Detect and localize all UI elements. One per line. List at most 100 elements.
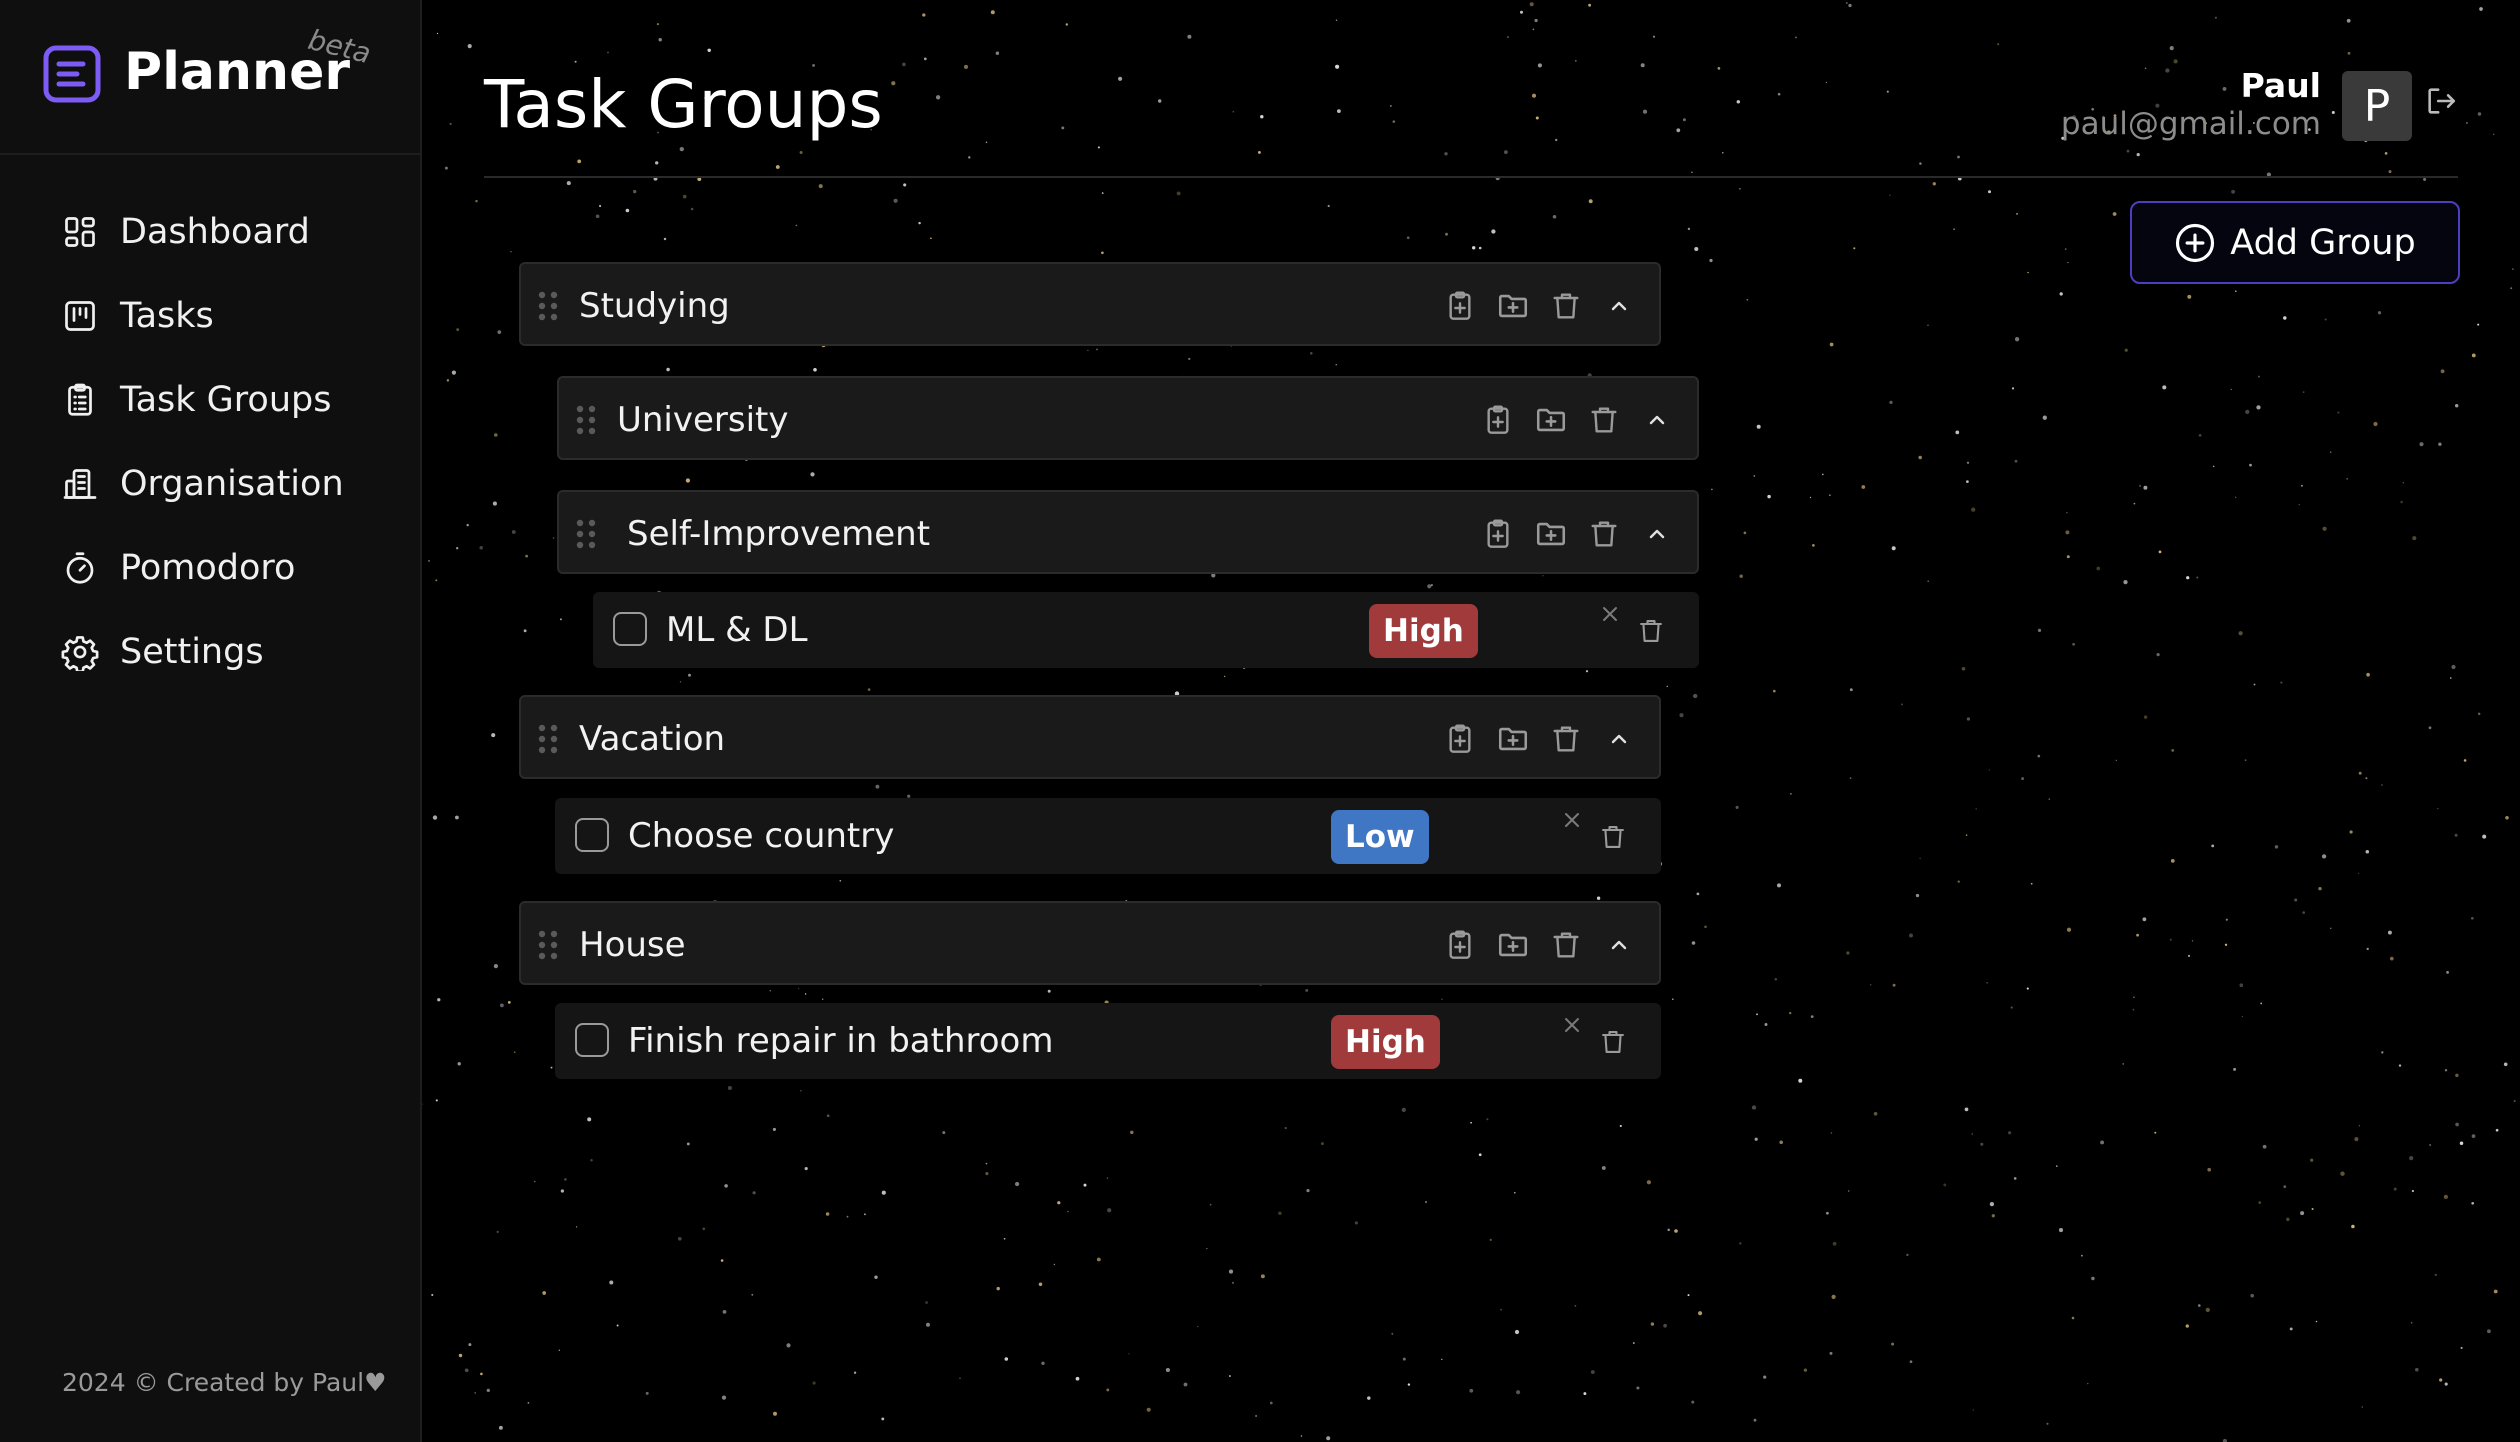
- add-group-button[interactable]: Add Group: [2130, 201, 2460, 284]
- trash-icon: [1591, 521, 1617, 547]
- task-row[interactable]: ML & DL High: [593, 592, 1699, 668]
- dashboard-icon: [60, 212, 100, 252]
- timer-icon: [60, 548, 100, 588]
- sidebar: Planner beta Dashboard Tasks Task Groups…: [0, 0, 422, 1442]
- add-subgroup-button[interactable]: [1495, 927, 1531, 963]
- trash-icon[interactable]: [1599, 822, 1627, 852]
- avatar[interactable]: P: [2342, 71, 2412, 141]
- delete-group-button[interactable]: [1586, 402, 1622, 438]
- add-task-button[interactable]: [1480, 516, 1516, 552]
- priority-badge: Low: [1331, 810, 1429, 864]
- close-icon[interactable]: [1560, 808, 1584, 832]
- priority-badge: High: [1331, 1015, 1440, 1069]
- footer-credit: 2024 © Created by Paul♥: [62, 1368, 387, 1397]
- group-row[interactable]: House: [519, 901, 1661, 985]
- sidebar-item-label: Dashboard: [120, 212, 310, 252]
- trash-icon[interactable]: [1599, 1027, 1627, 1057]
- collapse-button[interactable]: [1639, 402, 1675, 438]
- trash-icon: [1553, 932, 1579, 958]
- add-subgroup-button[interactable]: [1533, 516, 1569, 552]
- task-row[interactable]: Finish repair in bathroom High: [555, 1003, 1661, 1079]
- sidebar-item-task-groups[interactable]: Task Groups: [0, 358, 420, 442]
- task-checkbox[interactable]: [613, 612, 647, 646]
- collapse-button[interactable]: [1601, 288, 1637, 324]
- task-title: Finish repair in bathroom: [628, 1021, 1054, 1061]
- chevron-up-icon: [1611, 734, 1627, 744]
- group-title: Self-Improvement: [627, 514, 931, 554]
- chevron-up-icon: [1649, 529, 1665, 539]
- collapse-button[interactable]: [1639, 516, 1675, 552]
- group-title: Vacation: [579, 719, 726, 759]
- priority-badge: High: [1369, 604, 1478, 658]
- delete-group-button[interactable]: [1586, 516, 1622, 552]
- sidebar-nav: Dashboard Tasks Task Groups Organisation…: [0, 190, 420, 694]
- drag-handle-icon[interactable]: [537, 290, 559, 322]
- delete-group-button[interactable]: [1548, 927, 1584, 963]
- add-task-button[interactable]: [1442, 288, 1478, 324]
- sidebar-item-label: Tasks: [120, 296, 214, 336]
- user-name: Paul: [2240, 66, 2321, 105]
- user-email: paul@gmail.com: [2060, 106, 2321, 142]
- collapse-button[interactable]: [1601, 927, 1637, 963]
- gear-icon: [60, 632, 100, 672]
- clipboard-plus-icon: [1487, 405, 1509, 434]
- add-task-button[interactable]: [1442, 721, 1478, 757]
- kanban-icon: [60, 296, 100, 336]
- sidebar-item-settings[interactable]: Settings: [0, 610, 420, 694]
- group-row[interactable]: Studying: [519, 262, 1661, 346]
- close-icon[interactable]: [1598, 602, 1622, 626]
- group-actions: [1442, 721, 1637, 757]
- task-checkbox[interactable]: [575, 1023, 609, 1057]
- trash-icon: [1591, 407, 1617, 433]
- group-actions: [1480, 516, 1675, 552]
- delete-group-button[interactable]: [1548, 721, 1584, 757]
- sidebar-item-label: Task Groups: [120, 380, 332, 420]
- trash-icon: [1553, 726, 1579, 752]
- chevron-up-icon: [1611, 301, 1627, 311]
- folder-plus-icon: [1498, 933, 1528, 957]
- clipboard-plus-icon: [1449, 930, 1471, 959]
- add-task-button[interactable]: [1480, 402, 1516, 438]
- clipboard-list-icon: [60, 380, 100, 420]
- add-subgroup-button[interactable]: [1495, 721, 1531, 757]
- chevron-up-icon: [1611, 940, 1627, 950]
- add-subgroup-button[interactable]: [1533, 402, 1569, 438]
- group-row[interactable]: Vacation: [519, 695, 1661, 779]
- sidebar-item-label: Settings: [120, 632, 264, 672]
- group-row[interactable]: University: [557, 376, 1699, 460]
- logout-icon[interactable]: [2424, 84, 2458, 118]
- add-group-label: Add Group: [2230, 222, 2416, 263]
- trash-icon: [1553, 293, 1579, 319]
- sidebar-item-organisation[interactable]: Organisation: [0, 442, 420, 526]
- folder-plus-icon: [1498, 727, 1528, 751]
- drag-handle-icon[interactable]: [537, 723, 559, 755]
- drag-handle-icon[interactable]: [575, 404, 597, 436]
- planner-logo-icon: [43, 45, 101, 103]
- clipboard-plus-icon: [1449, 291, 1471, 320]
- sidebar-item-pomodoro[interactable]: Pomodoro: [0, 526, 420, 610]
- trash-icon[interactable]: [1637, 616, 1665, 646]
- task-checkbox[interactable]: [575, 818, 609, 852]
- header-divider: [484, 176, 2458, 178]
- plus-circle-icon: [2176, 223, 2215, 262]
- sidebar-item-tasks[interactable]: Tasks: [0, 274, 420, 358]
- clipboard-plus-icon: [1487, 519, 1509, 548]
- sidebar-item-dashboard[interactable]: Dashboard: [0, 190, 420, 274]
- group-title: University: [617, 400, 789, 440]
- folder-plus-icon: [1536, 522, 1566, 546]
- task-row[interactable]: Choose country Low: [555, 798, 1661, 874]
- sidebar-item-label: Organisation: [120, 464, 344, 504]
- group-title: Studying: [579, 286, 730, 326]
- delete-group-button[interactable]: [1548, 288, 1584, 324]
- close-icon[interactable]: [1560, 1013, 1584, 1037]
- task-title: Choose country: [628, 816, 895, 856]
- group-row[interactable]: Self-Improvement: [557, 490, 1699, 574]
- drag-handle-icon[interactable]: [575, 518, 597, 550]
- drag-handle-icon[interactable]: [537, 929, 559, 961]
- clipboard-plus-icon: [1449, 724, 1471, 753]
- collapse-button[interactable]: [1601, 721, 1637, 757]
- page-title: Task Groups: [484, 66, 883, 143]
- add-subgroup-button[interactable]: [1495, 288, 1531, 324]
- add-task-button[interactable]: [1442, 927, 1478, 963]
- building-icon: [60, 464, 100, 504]
